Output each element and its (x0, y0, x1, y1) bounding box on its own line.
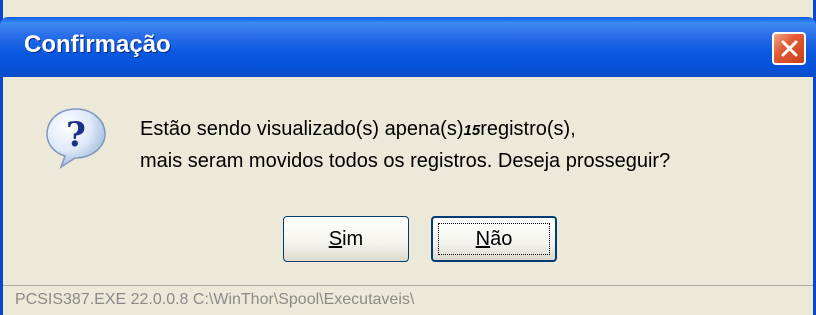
title-bar[interactable]: Confirmação (0, 17, 816, 77)
focus-indicator (438, 223, 550, 255)
yes-button[interactable]: Sim (283, 216, 409, 262)
record-count: 15 (463, 122, 481, 139)
message-prefix: Estão sendo visualizado(s) apena(s) (140, 118, 464, 140)
message-line-1: Estão sendo visualizado(s) apena(s)15reg… (140, 114, 670, 146)
dialog-window: Confirmação ? Estão sendo visualizado(s)… (0, 0, 816, 315)
yes-mnemonic: S (328, 227, 343, 250)
message-suffix: registro(s), (480, 118, 576, 140)
close-icon (781, 40, 798, 57)
no-button[interactable]: Não (431, 216, 557, 262)
window-title: Confirmação (24, 31, 171, 58)
close-button[interactable] (772, 32, 806, 65)
question-icon: ? (43, 105, 109, 171)
status-bar: PCSIS387.EXE 22.0.0.8 C:\WinThor\Spool\E… (3, 285, 813, 315)
yes-label: im (342, 227, 364, 250)
message-line-2: mais seram movidos todos os registros. D… (140, 150, 671, 172)
message-text: Estão sendo visualizado(s) apena(s)15reg… (140, 114, 670, 176)
svg-text:?: ? (66, 115, 86, 155)
